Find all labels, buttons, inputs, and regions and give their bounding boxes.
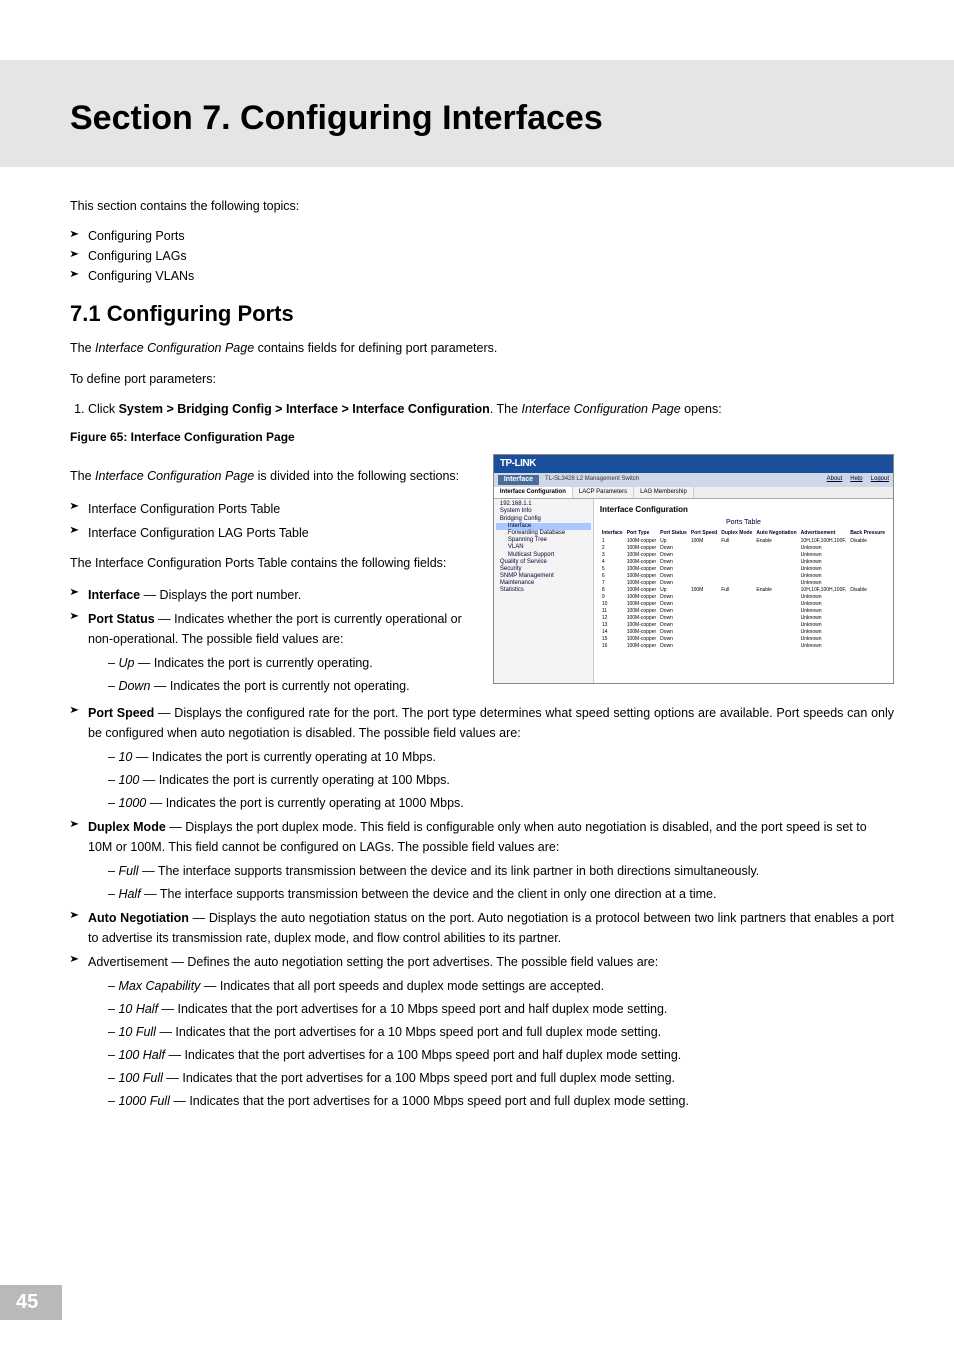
table-header: Port Type <box>625 529 658 537</box>
subsection-heading: 7.1 Configuring Ports <box>70 301 894 327</box>
sub-full: – Full — The interface supports transmis… <box>70 861 894 881</box>
table-row[interactable]: 4100M-copperDownUnknown <box>600 558 887 565</box>
field-duplex: Duplex Mode — Displays the port duplex m… <box>70 817 894 857</box>
table-row[interactable]: 12100M-copperDownUnknown <box>600 614 887 621</box>
sidebar-item[interactable]: VLAN <box>496 544 591 551</box>
table-header: Auto Negotiation <box>754 529 798 537</box>
sidebar-item[interactable]: Forwarding Database <box>496 530 591 537</box>
sidebar-ip: 192.168.1.1 <box>496 501 591 508</box>
topic-item: Configuring LAGs <box>70 249 894 263</box>
table-row[interactable]: 5100M-copperDownUnknown <box>600 565 887 572</box>
table-row[interactable]: 15100M-copperDownUnknown <box>600 635 887 642</box>
table-header: Port Status <box>658 529 689 537</box>
app-logo: TP-LINK <box>500 458 536 470</box>
ports-table: InterfacePort TypePort StatusPort SpeedD… <box>600 529 887 649</box>
main-title: Interface Configuration <box>600 505 887 515</box>
para-1: The Interface Configuration Page contain… <box>70 339 894 358</box>
tab-interface-config[interactable]: Interface Configuration <box>494 487 573 498</box>
sub-10f: – 10 Full — Indicates that the port adve… <box>70 1022 894 1042</box>
para-2: To define port parameters: <box>70 370 894 389</box>
table-row[interactable]: 1100M-copperUp100MFullEnable10H,10F,100H… <box>600 537 887 544</box>
sidebar-item[interactable]: Bridging Config <box>496 516 591 523</box>
table-row[interactable]: 14100M-copperDownUnknown <box>600 628 887 635</box>
table-header: Duplex Mode <box>719 529 754 537</box>
table-header: Port Speed <box>689 529 719 537</box>
ports-table-title: Ports Table <box>600 519 887 527</box>
left-bullet: Interface Configuration Ports Table <box>70 499 479 519</box>
table-header: Advertisement <box>799 529 849 537</box>
module-label: Interface <box>498 475 539 485</box>
step-1: Click System > Bridging Config > Interfa… <box>88 402 894 416</box>
topic-item: Configuring Ports <box>70 229 894 243</box>
link-about[interactable]: About <box>827 476 843 483</box>
sidebar-item[interactable]: SNMP Management <box>496 573 591 580</box>
sidebar-item-interface[interactable]: Interface <box>496 523 591 530</box>
tab-lacp[interactable]: LACP Parameters <box>573 487 634 498</box>
sidebar-item[interactable]: Multicast Support <box>496 552 591 559</box>
left-para-1: The Interface Configuration Page is divi… <box>70 466 479 486</box>
topic-list: Configuring Ports Configuring LAGs Confi… <box>70 229 894 283</box>
sub-10: – 10 — Indicates the port is currently o… <box>70 747 894 767</box>
page-number: 45 <box>0 1285 62 1320</box>
table-row[interactable]: 13100M-copperDownUnknown <box>600 621 887 628</box>
topic-item: Configuring VLANs <box>70 269 894 283</box>
left-para-2: The Interface Configuration Ports Table … <box>70 553 479 573</box>
figure-caption: Figure 65: Interface Configuration Page <box>70 430 894 444</box>
table-row[interactable]: 7100M-copperDownUnknown <box>600 579 887 586</box>
sub-100f: – 100 Full — Indicates that the port adv… <box>70 1068 894 1088</box>
table-row[interactable]: 9100M-copperDownUnknown <box>600 593 887 600</box>
figure-screenshot: TP-LINK Interface TL-SL3428 L2 Managemen… <box>493 454 894 684</box>
table-header: Back Pressure <box>848 529 887 537</box>
sub-10h: – 10 Half — Indicates that the port adve… <box>70 999 894 1019</box>
table-row[interactable]: 6100M-copperDownUnknown <box>600 572 887 579</box>
steps-list: Click System > Bridging Config > Interfa… <box>70 402 894 416</box>
link-logout[interactable]: Logout <box>871 476 889 483</box>
sidebar-item[interactable]: Spanning Tree <box>496 537 591 544</box>
sub-up: – Up — Indicates the port is currently o… <box>70 653 479 673</box>
sub-1000: – 1000 — Indicates the port is currently… <box>70 793 894 813</box>
table-row[interactable]: 10100M-copperDownUnknown <box>600 600 887 607</box>
table-row[interactable]: 3100M-copperDownUnknown <box>600 551 887 558</box>
sub-down: – Down — Indicates the port is currently… <box>70 676 479 696</box>
table-row[interactable]: 11100M-copperDownUnknown <box>600 607 887 614</box>
sub-half: – Half — The interface supports transmis… <box>70 884 894 904</box>
table-row[interactable]: 2100M-copperDownUnknown <box>600 544 887 551</box>
tab-lag[interactable]: LAG Membership <box>634 487 694 498</box>
sub-100: – 100 — Indicates the port is currently … <box>70 770 894 790</box>
table-row[interactable]: 16100M-copperDownUnknown <box>600 642 887 649</box>
sidebar-item[interactable]: Statistics <box>496 587 591 594</box>
field-auto-neg: Auto Negotiation — Displays the auto neg… <box>70 908 894 948</box>
field-port-speed: Port Speed — Displays the configured rat… <box>70 703 894 743</box>
table-header: Interface <box>600 529 625 537</box>
section-title: Section 7. Configuring Interfaces <box>70 100 894 137</box>
field-interface: Interface — Displays the port number. <box>70 585 479 605</box>
sidebar-item[interactable]: Quality of Service <box>496 559 591 566</box>
sub-1000f: – 1000 Full — Indicates that the port ad… <box>70 1091 894 1111</box>
link-help[interactable]: Help <box>850 476 862 483</box>
intro-text: This section contains the following topi… <box>70 197 894 216</box>
sidebar-item[interactable]: System Info <box>496 508 591 515</box>
left-bullet: Interface Configuration LAG Ports Table <box>70 523 479 543</box>
sidebar-item[interactable]: Maintenance <box>496 580 591 587</box>
device-name: TL-SL3428 L2 Management Switch <box>545 476 821 483</box>
sidebar: 192.168.1.1 System Info Bridging Config … <box>494 499 594 683</box>
sidebar-item[interactable]: Security <box>496 566 591 573</box>
field-port-status: Port Status — Indicates whether the port… <box>70 609 479 649</box>
field-advertisement: Advertisement — Defines the auto negotia… <box>70 952 894 972</box>
sub-max: – Max Capability — Indicates that all po… <box>70 976 894 996</box>
sub-100h: – 100 Half — Indicates that the port adv… <box>70 1045 894 1065</box>
table-row[interactable]: 8100M-copperUp100MFullEnable10H,10F,100H… <box>600 586 887 593</box>
